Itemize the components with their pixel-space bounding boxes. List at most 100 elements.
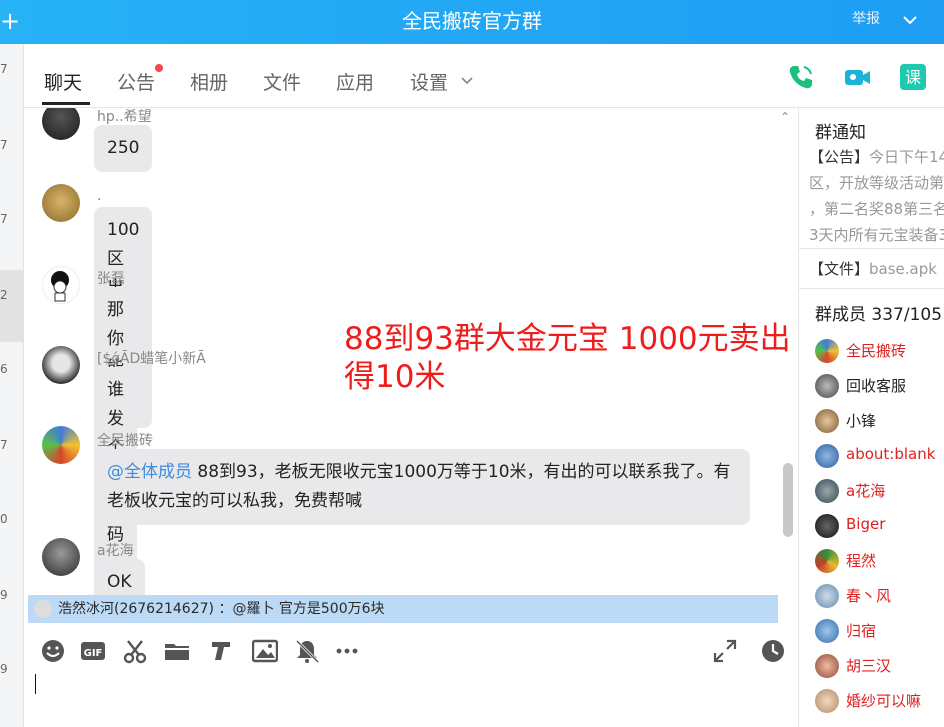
collapse-icon[interactable]: ⌃: [780, 110, 790, 124]
unread-count: 9: [0, 662, 8, 676]
tab-settings[interactable]: 设置: [410, 68, 448, 95]
avatar[interactable]: [815, 584, 839, 608]
member-name: 春丶风: [846, 587, 892, 605]
tab-bar: 聊天 公告 相册 文件 应用 设置 课: [24, 44, 944, 108]
group-file[interactable]: 【文件】base.apk: [809, 256, 937, 282]
avatar[interactable]: [42, 538, 80, 576]
mention-all[interactable]: @全体成员: [107, 462, 192, 482]
chevron-down-icon[interactable]: [460, 74, 474, 88]
avatar[interactable]: [815, 514, 839, 538]
chat-message-area[interactable]: ⌃ hp..希望 250 . 100区出个14护腕 张磊 那你能卖出去也是鬼来了…: [24, 108, 798, 595]
avatar[interactable]: [815, 619, 839, 643]
emoji-icon[interactable]: [40, 638, 66, 664]
more-icon[interactable]: [334, 638, 360, 664]
sender-name[interactable]: [$ǿĀD蜡笔小新Ā: [97, 348, 206, 368]
avatar: [34, 600, 52, 618]
selected-conversation[interactable]: [0, 270, 24, 342]
tab-album[interactable]: 相册: [190, 68, 228, 95]
unread-count: 7: [0, 138, 8, 152]
chevron-down-icon[interactable]: [900, 10, 920, 30]
chat-scrollbar[interactable]: [783, 463, 793, 537]
overlay-line: 88到93群大金元宝 1000元卖出: [344, 321, 791, 357]
active-tab-indicator: [42, 102, 90, 105]
sender-name[interactable]: 张磊: [97, 268, 125, 288]
expand-icon[interactable]: [712, 638, 738, 664]
tab-chat[interactable]: 聊天: [44, 68, 82, 95]
sender-name[interactable]: a花海: [97, 540, 134, 560]
message-input[interactable]: [24, 674, 798, 727]
avatar[interactable]: [815, 374, 839, 398]
avatar[interactable]: [42, 108, 80, 140]
sender-name[interactable]: 全民搬砖: [97, 430, 153, 450]
member-name: 回收客服: [846, 377, 907, 395]
unread-count: 2: [0, 288, 8, 302]
message-bubble[interactable]: 250: [94, 125, 153, 172]
scissors-icon[interactable]: [122, 638, 148, 664]
avatar[interactable]: [815, 549, 839, 573]
member-name: 小锋: [846, 412, 877, 430]
mention-notice-bar[interactable]: 浩然冰河(2676214627) ：@羅卜 官方是500万6块: [28, 595, 778, 623]
phone-icon[interactable]: [786, 62, 816, 92]
tab-files[interactable]: 文件: [263, 68, 301, 95]
conversation-list-strip[interactable]: 7 7 7 2 6 7 0 9 9: [0, 44, 24, 727]
tab-announcement[interactable]: 公告: [117, 68, 155, 95]
member-name: 归宿: [846, 622, 877, 640]
svg-text:课: 课: [905, 68, 921, 87]
gif-icon[interactable]: GIF: [80, 638, 106, 664]
title-bar: + 全民搬砖官方群 举报: [0, 0, 944, 44]
notice-line[interactable]: ，第二名奖88第三名: [809, 196, 944, 222]
window-title: 全民搬砖官方群: [402, 9, 542, 33]
svg-text:GIF: GIF: [84, 648, 103, 659]
member-name: 婚纱可以嘛: [846, 692, 922, 710]
video-icon[interactable]: [842, 62, 872, 92]
members-title[interactable]: 群成员 337/105: [815, 300, 942, 325]
avatar[interactable]: [815, 444, 839, 468]
avatar[interactable]: [42, 184, 80, 222]
member-name: Biger: [846, 515, 886, 533]
group-notice-title: 群通知: [815, 123, 866, 143]
group-sidebar: 群通知 【公告】今日下午14 区，开放等级活动第 ，第二名奖88第三名 3天内所…: [798, 108, 944, 727]
notification-dot: [155, 64, 163, 72]
unread-count: 9: [0, 588, 8, 602]
folder-icon[interactable]: [164, 638, 190, 664]
unread-count: 7: [0, 62, 8, 76]
member-name: 全民搬砖: [846, 342, 907, 360]
sender-name[interactable]: hp..希望: [97, 108, 152, 126]
avatar[interactable]: [815, 409, 839, 433]
avatar[interactable]: [42, 426, 80, 464]
member-name: about:blank: [846, 445, 936, 463]
image-icon[interactable]: [252, 638, 278, 664]
unread-count: 0: [0, 512, 8, 526]
message-text: 88到93，老板无限收元宝1000万等于10米，有出的可以联系我了。有老板收元宝…: [107, 462, 731, 511]
message-bubble[interactable]: OK: [94, 559, 145, 595]
sender-name[interactable]: .: [97, 188, 101, 204]
divider: [799, 288, 944, 289]
tab-apps[interactable]: 应用: [336, 68, 374, 95]
class-icon[interactable]: 课: [898, 62, 928, 92]
overlay-announcement-text: 88到93群大金元宝 1000元卖出 得10米: [344, 320, 798, 396]
unread-count: 6: [0, 362, 8, 376]
history-icon[interactable]: [760, 638, 786, 664]
report-button[interactable]: 举报: [852, 0, 880, 38]
avatar[interactable]: [815, 654, 839, 678]
avatar[interactable]: [815, 339, 839, 363]
unread-count: 7: [0, 212, 8, 226]
member-name: 程然: [846, 552, 877, 570]
avatar[interactable]: [815, 689, 839, 713]
text-cursor: [35, 674, 36, 694]
mute-bell-icon[interactable]: [294, 638, 320, 664]
avatar[interactable]: [815, 479, 839, 503]
overlay-line: 得10米: [344, 359, 446, 395]
avatar[interactable]: [42, 266, 80, 304]
member-name: 胡三汉: [846, 657, 892, 675]
notice-line[interactable]: 区，开放等级活动第: [809, 170, 944, 196]
notice-line[interactable]: 【公告】今日下午14: [809, 144, 944, 170]
notice-text: 浩然冰河(2676214627) ：@羅卜 官方是500万6块: [58, 601, 385, 617]
notice-line[interactable]: 3天内所有元宝装备3: [809, 222, 944, 248]
unread-count: 7: [0, 438, 8, 452]
member-name: a花海: [846, 482, 886, 500]
message-bubble[interactable]: @全体成员 88到93，老板无限收元宝1000万等于10米，有出的可以联系我了。…: [94, 449, 750, 525]
avatar[interactable]: [42, 346, 80, 384]
font-icon[interactable]: [208, 638, 234, 664]
divider: [799, 248, 944, 249]
